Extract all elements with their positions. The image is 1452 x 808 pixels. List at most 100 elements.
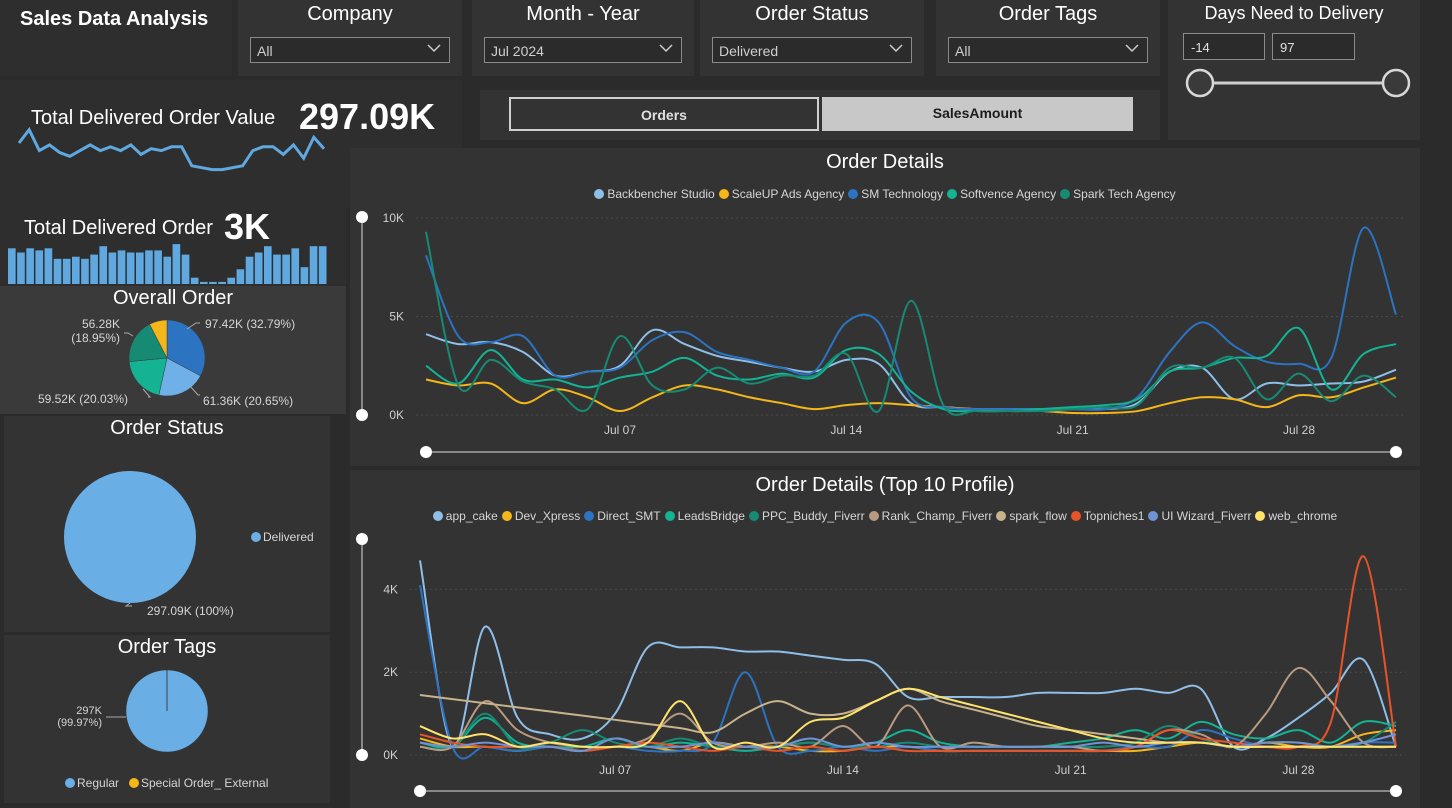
kpi-orders-label: Total Delivered Order — [24, 217, 213, 239]
sparkline-line — [17, 126, 326, 172]
legend-label: Delivered — [263, 530, 314, 544]
company-dropdown[interactable]: All — [250, 37, 450, 63]
order-tags-label: Order Tags — [998, 3, 1098, 25]
page-title: Sales Data Analysis — [20, 8, 209, 30]
pie-leader-line — [189, 385, 200, 396]
orders-bar — [35, 250, 44, 284]
order-details-panel: Order Details Backbencher Studio ScaleUP … — [350, 148, 1420, 466]
series-line — [419, 555, 1397, 753]
kpi-orders-barchart — [8, 244, 327, 284]
orders-bar — [126, 252, 135, 284]
x-tick-label: Jul 21 — [1055, 763, 1087, 777]
days-range-slider[interactable] — [1168, 64, 1420, 104]
series-line — [425, 226, 1397, 411]
pie-leader-line — [124, 332, 134, 337]
orders-bar — [81, 258, 89, 284]
orders-bar — [99, 246, 108, 284]
legend-label: Regular — [77, 776, 119, 790]
y-zoom-handle[interactable] — [356, 409, 368, 421]
y-tick-label: 2K — [383, 665, 398, 679]
series-line — [425, 231, 1397, 416]
orders-bar — [8, 248, 16, 284]
orders-bar — [245, 256, 254, 284]
y-tick-label: 4K — [383, 582, 398, 596]
y-tick-label: 0K — [383, 748, 398, 762]
y-tick-label: 10K — [383, 211, 404, 225]
x-tick-label: Jul 28 — [1282, 763, 1314, 777]
orders-bar — [53, 258, 62, 284]
pie-data-label: (18.95%) — [71, 331, 120, 345]
company-value: All — [257, 43, 273, 59]
orders-bar — [90, 254, 98, 284]
orders-bar — [62, 258, 71, 284]
orders-bar — [209, 281, 217, 284]
legend-dot — [129, 778, 139, 788]
x-tick-label: Jul 14 — [830, 423, 862, 437]
orders-bar — [300, 267, 309, 284]
y-zoom-handle[interactable] — [356, 749, 368, 761]
days-min-handle[interactable] — [1185, 68, 1215, 98]
orders-bar — [108, 252, 117, 284]
company-slicer: Company All — [238, 0, 462, 76]
x-zoom-handle[interactable] — [414, 785, 426, 797]
order-status-panel: Order Status 297.09K (100%) Delivered — [4, 416, 330, 632]
overall-order-panel: Overall Order 97.42K (32.79%) 61.36K (20.… — [0, 286, 346, 414]
order-tags-value: All — [955, 43, 971, 59]
legend-label: Special Order_ External — [141, 776, 268, 790]
orders-bar — [17, 252, 25, 284]
month-year-slicer: Month - Year Jul 2024 — [472, 0, 694, 76]
chevron-down-icon — [659, 44, 673, 53]
pie-data-label: 56.28K — [82, 317, 120, 331]
orders-bar — [273, 254, 281, 284]
order-status-dropdown[interactable]: Delivered — [712, 37, 912, 63]
orders-bar — [282, 254, 290, 284]
days-min-input[interactable]: -14 — [1183, 33, 1265, 60]
pie-data-label: 61.36K (20.65%) — [203, 394, 293, 408]
order-tags-dropdown[interactable]: All — [948, 37, 1148, 63]
orders-bar — [264, 246, 272, 284]
days-max-handle[interactable] — [1381, 68, 1411, 98]
legend-dot — [65, 778, 75, 788]
order-status-pie: 297.09K (100%) Delivered — [64, 471, 314, 618]
orders-bar — [291, 248, 300, 284]
company-label: Company — [307, 3, 393, 25]
y-zoom-handle[interactable] — [356, 533, 368, 545]
overall-order-pie: 97.42K (32.79%) 61.36K (20.65%) 59.52K (20… — [38, 317, 295, 408]
days-max-input[interactable]: 97 — [1272, 33, 1355, 60]
orders-toggle-button[interactable]: Orders — [509, 97, 819, 131]
salesamount-toggle-button[interactable]: SalesAmount — [822, 97, 1133, 131]
x-tick-label: Jul 07 — [599, 763, 631, 777]
top10-profile-chart: 0K 2K 4K Jul 07 Jul 14 Jul 21 Jul 28 — [356, 533, 1406, 797]
chevron-down-icon — [889, 44, 903, 53]
order-status-value: Delivered — [719, 43, 779, 59]
series-line — [419, 560, 1397, 751]
x-tick-label: Jul 28 — [1283, 423, 1315, 437]
orders-bar — [236, 269, 245, 284]
orders-bar — [136, 252, 144, 284]
orders-bar — [117, 250, 126, 284]
y-zoom-handle[interactable] — [356, 211, 368, 223]
x-tick-label: Jul 07 — [604, 423, 636, 437]
x-tick-label: Jul 21 — [1057, 423, 1089, 437]
month-year-dropdown[interactable]: Jul 2024 — [484, 37, 682, 63]
kpi-value-sparkline — [17, 126, 326, 172]
x-zoom-handle[interactable] — [420, 446, 432, 458]
orders-bar — [163, 256, 172, 284]
order-details-chart: 0K 5K 10K Jul 07 Jul 14 Jul 21 Jul 28 — [356, 211, 1406, 458]
orders-bar — [218, 281, 226, 284]
x-zoom-handle[interactable] — [1390, 446, 1402, 458]
days-label: Days Need to Delivery — [1204, 3, 1384, 23]
order-status-slicer: Order Status Delivered — [700, 0, 924, 76]
orders-bar — [190, 277, 199, 284]
pie-data-label: 297K — [76, 705, 102, 717]
pie-leader-line — [186, 322, 200, 330]
y-tick-label: 5K — [389, 310, 404, 324]
chevron-down-icon — [1125, 44, 1139, 53]
x-tick-label: Jul 14 — [827, 763, 859, 777]
orders-bar — [318, 246, 327, 284]
order-status-label: Order Status — [755, 3, 869, 25]
orders-bar — [44, 248, 53, 284]
x-zoom-handle[interactable] — [1390, 785, 1402, 797]
orders-bar — [181, 254, 190, 284]
y-tick-label: 0K — [389, 408, 404, 422]
